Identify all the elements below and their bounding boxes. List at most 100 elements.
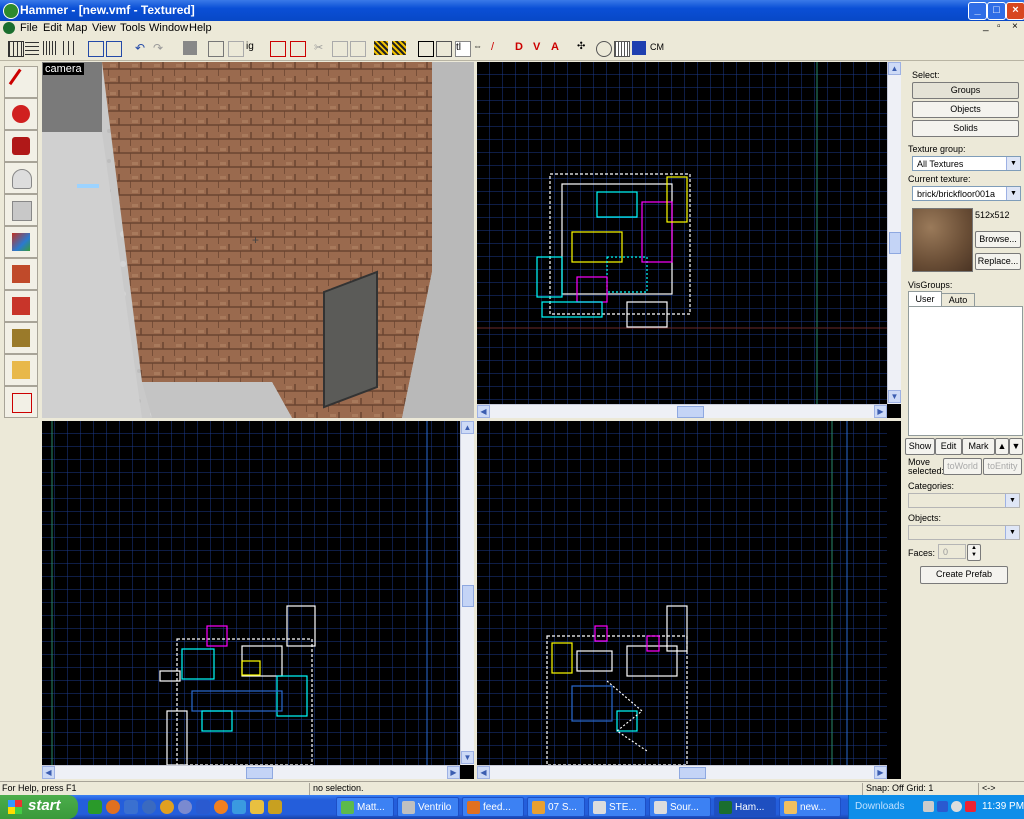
close-button[interactable]: × bbox=[1006, 2, 1024, 20]
texture-lock-icon[interactable] bbox=[374, 41, 388, 55]
selection-box-icon[interactable] bbox=[418, 41, 434, 57]
task-button-5[interactable]: STE... bbox=[588, 797, 646, 817]
top-view-scrollbar-v[interactable]: ▲ ▼ bbox=[887, 62, 901, 404]
task-button-7[interactable]: Ham... bbox=[714, 797, 776, 817]
replace-button[interactable]: Replace... bbox=[975, 253, 1021, 270]
scroll-down-icon[interactable]: ▼ bbox=[461, 751, 474, 764]
tab-user[interactable]: User bbox=[908, 291, 942, 307]
scroll-up-icon[interactable]: ▲ bbox=[461, 421, 474, 434]
clipping-tool[interactable] bbox=[4, 354, 38, 386]
select-solids-button[interactable]: Solids bbox=[912, 120, 1019, 137]
cut-icon[interactable]: ✂ bbox=[314, 41, 328, 55]
align-icon[interactable]: ⇔ bbox=[473, 41, 487, 55]
scroll-thumb[interactable] bbox=[462, 585, 474, 607]
selection-tool[interactable] bbox=[4, 66, 38, 98]
faces-spinner-icon[interactable]: ▲ ▼ bbox=[967, 544, 981, 561]
tray-icon-1[interactable] bbox=[923, 801, 934, 812]
menu-map[interactable]: Map bbox=[66, 22, 87, 34]
tray-icon-2[interactable] bbox=[937, 801, 948, 812]
front-view-scrollbar-v[interactable]: ▲ ▼ bbox=[460, 421, 474, 765]
mdi-close-button[interactable]: × bbox=[1012, 21, 1018, 32]
quicklaunch-icon-8[interactable] bbox=[214, 800, 228, 814]
browse-button[interactable]: Browse... bbox=[975, 231, 1021, 248]
hammer-quicklaunch-icon[interactable] bbox=[268, 800, 282, 814]
mark-visgroup-button[interactable]: Mark bbox=[962, 438, 995, 455]
manipulate-icon[interactable] bbox=[436, 41, 452, 57]
current-texture-select[interactable]: brick/brickfloor001a ▼ bbox=[912, 186, 1021, 201]
scroll-right-icon[interactable]: ▶ bbox=[874, 766, 887, 779]
quicklaunch-icon-6[interactable] bbox=[178, 800, 192, 814]
mdi-minimize-button[interactable]: _ bbox=[983, 21, 989, 32]
tray-icon-4[interactable] bbox=[965, 801, 976, 812]
visgroups-list[interactable] bbox=[908, 306, 1023, 436]
title-bar[interactable]: Hammer - [new.vmf - Textured] _ □ × bbox=[0, 0, 1024, 21]
show-visgroup-button[interactable]: Show bbox=[905, 438, 935, 455]
faces-input[interactable]: 0 bbox=[938, 544, 966, 559]
to-world-button[interactable]: toWorld bbox=[943, 458, 982, 475]
hide-selected-icon[interactable] bbox=[270, 41, 286, 57]
minimize-button[interactable]: _ bbox=[968, 2, 987, 20]
media-player-icon[interactable] bbox=[142, 800, 156, 814]
scroll-up-icon[interactable]: ▲ bbox=[888, 62, 901, 75]
document-icon[interactable] bbox=[3, 22, 15, 34]
entity-tool[interactable] bbox=[4, 162, 38, 194]
scroll-thumb[interactable] bbox=[679, 767, 706, 779]
magnify-tool[interactable] bbox=[4, 98, 38, 130]
smaller-grid-icon[interactable] bbox=[43, 41, 57, 55]
larger-grid-icon[interactable] bbox=[63, 41, 77, 55]
select-objects-button[interactable]: Objects bbox=[912, 101, 1019, 118]
menu-file[interactable]: File bbox=[20, 22, 38, 34]
menu-edit[interactable]: Edit bbox=[43, 22, 62, 34]
maximize-button[interactable]: □ bbox=[987, 2, 1006, 20]
task-button-4[interactable]: 07 S... bbox=[527, 797, 585, 817]
chevron-down-icon[interactable]: ▼ bbox=[1005, 526, 1019, 539]
firefox-icon[interactable] bbox=[106, 800, 120, 814]
front-view-scrollbar-h[interactable]: ◀ ▶ bbox=[42, 765, 460, 779]
quicklaunch-icon-9[interactable] bbox=[232, 800, 246, 814]
volume-icon[interactable] bbox=[951, 801, 962, 812]
center-icon[interactable] bbox=[596, 41, 612, 57]
menu-tools[interactable]: Tools bbox=[120, 22, 146, 34]
copy-icon[interactable] bbox=[332, 41, 348, 57]
menu-view[interactable]: View bbox=[92, 22, 116, 34]
mdi-restore-button[interactable]: ▫ bbox=[997, 21, 1001, 32]
create-prefab-button[interactable]: Create Prefab bbox=[920, 566, 1008, 584]
ungroup-icon[interactable] bbox=[106, 41, 122, 57]
scroll-left-icon[interactable]: ◀ bbox=[477, 766, 490, 779]
texture-application-tool[interactable] bbox=[4, 226, 38, 258]
top-2d-viewport[interactable]: ◀ ▶ ▲ ▼ bbox=[477, 62, 901, 418]
front-2d-viewport[interactable]: ◀ ▶ ▲ ▼ bbox=[42, 421, 474, 779]
top-view-scrollbar-h[interactable]: ◀ ▶ bbox=[477, 404, 887, 418]
flip-icon[interactable]: / bbox=[491, 41, 505, 55]
move-up-icon[interactable]: ▲ bbox=[995, 438, 1009, 455]
scroll-thumb[interactable] bbox=[246, 767, 273, 779]
redo-icon[interactable]: ↷ bbox=[153, 41, 167, 55]
cordon-mode-label[interactable]: CM bbox=[650, 42, 664, 52]
menu-window[interactable]: Window bbox=[149, 22, 188, 34]
texture-group-select[interactable]: All Textures ▼ bbox=[912, 156, 1021, 171]
objects-select[interactable]: ▼ bbox=[908, 525, 1020, 540]
vertex-icon[interactable] bbox=[228, 41, 244, 57]
show-all-icon[interactable] bbox=[290, 41, 306, 57]
side-2d-viewport[interactable]: ◀ ▶ bbox=[477, 421, 901, 779]
task-button-1[interactable]: Matt... bbox=[336, 797, 394, 817]
grid-display-icon[interactable] bbox=[614, 41, 630, 57]
edit-visgroup-button[interactable]: Edit bbox=[935, 438, 962, 455]
camera-viewport[interactable]: + camera bbox=[42, 62, 474, 418]
start-button[interactable]: start bbox=[0, 795, 78, 819]
show-desktop-icon[interactable] bbox=[124, 800, 138, 814]
side-view-scrollbar-h[interactable]: ◀ ▶ bbox=[477, 765, 887, 779]
overlay-tool[interactable] bbox=[4, 322, 38, 354]
clock[interactable]: 11:39 PM bbox=[982, 801, 1024, 812]
undo-icon[interactable]: ↶ bbox=[135, 41, 149, 55]
menu-help[interactable]: Help bbox=[189, 22, 212, 34]
flip-horizontal-icon[interactable]: D bbox=[515, 41, 529, 55]
move-down-icon[interactable]: ▼ bbox=[1009, 438, 1023, 455]
carve-icon[interactable] bbox=[183, 41, 197, 55]
scroll-thumb[interactable] bbox=[889, 232, 901, 254]
quicklaunch-icon-5[interactable] bbox=[160, 800, 174, 814]
scroll-left-icon[interactable]: ◀ bbox=[477, 405, 490, 418]
3d-grid-icon[interactable] bbox=[632, 41, 646, 55]
chevron-down-icon[interactable]: ▼ bbox=[1006, 187, 1020, 200]
select-groups-button[interactable]: Groups bbox=[912, 82, 1019, 99]
